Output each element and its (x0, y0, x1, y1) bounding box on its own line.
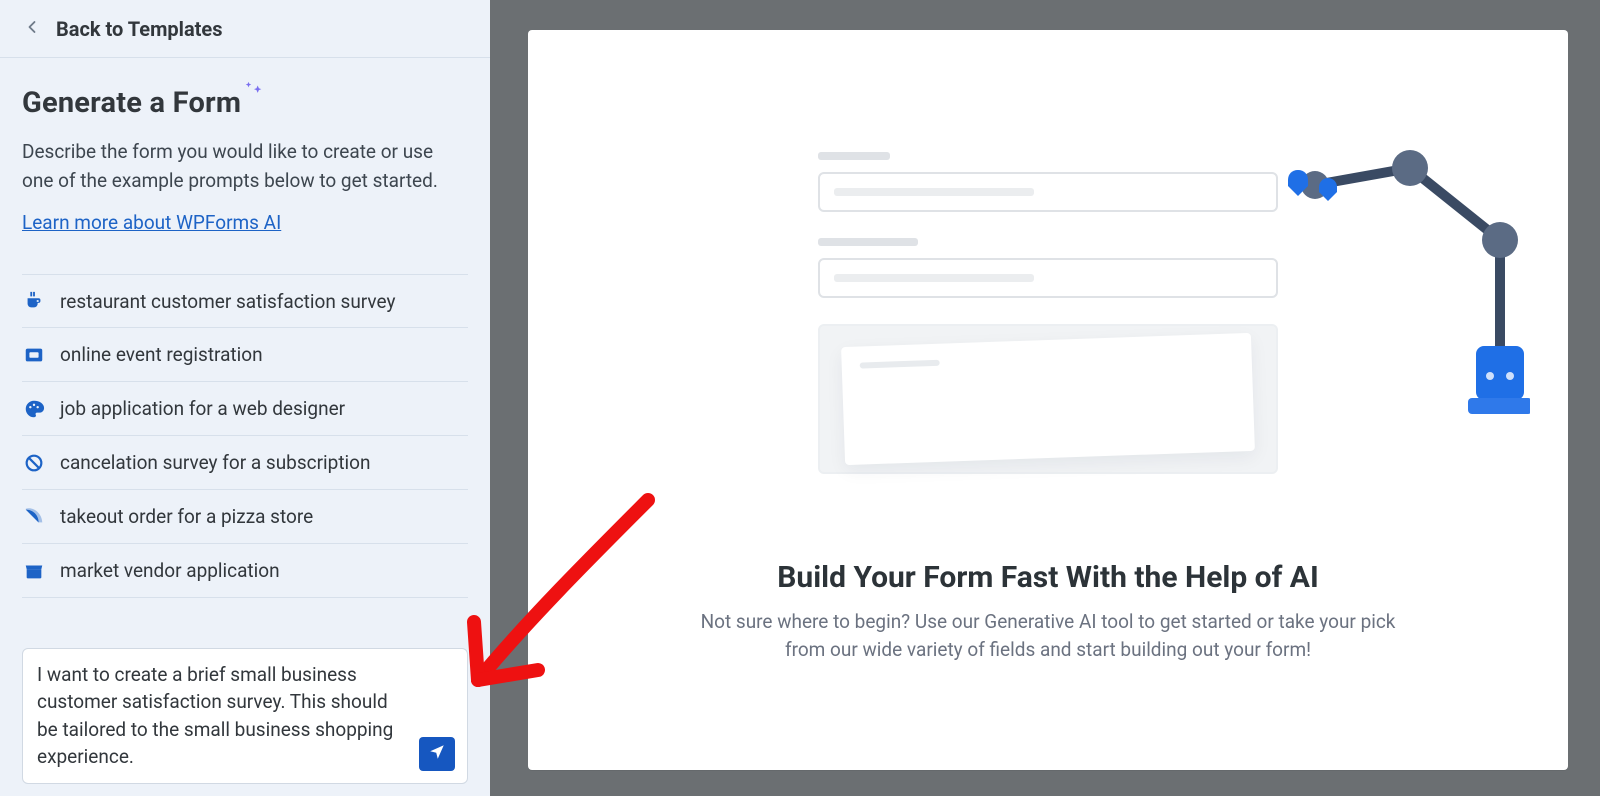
palette-icon (22, 397, 46, 421)
prompt-label: cancelation survey for a subscription (60, 451, 371, 474)
prompt-input-value: I want to create a brief small business … (37, 661, 409, 771)
preview-headline: Build Your Form Fast With the Help of AI (777, 560, 1318, 595)
prompt-label: market vendor application (60, 559, 280, 582)
preview-subtext: Not sure where to begin? Use our Generat… (688, 608, 1408, 663)
cancel-icon (22, 451, 46, 475)
arrow-left-icon (22, 17, 42, 41)
prompt-label: online event registration (60, 343, 263, 366)
prompt-input[interactable]: I want to create a brief small business … (22, 648, 468, 784)
ticket-icon (22, 343, 46, 367)
pizza-icon (22, 505, 46, 529)
prompt-label: takeout order for a pizza store (60, 505, 313, 528)
robot-arm-illustration (1270, 150, 1530, 430)
prompt-item[interactable]: takeout order for a pizza store (22, 490, 468, 544)
back-label: Back to Templates (56, 17, 223, 41)
field-placeholder (818, 258, 1278, 298)
prompt-list: restaurant customer satisfaction survey … (22, 274, 468, 598)
description: Describe the form you would like to crea… (22, 138, 467, 195)
prompt-item[interactable]: market vendor application (22, 544, 468, 598)
prompt-item[interactable]: job application for a web designer (22, 382, 468, 436)
preview-pane: Build Your Form Fast With the Help of AI… (490, 0, 1600, 796)
form-skeleton (818, 152, 1278, 474)
cup-icon (22, 289, 46, 313)
prompt-label: job application for a web designer (60, 397, 345, 420)
store-icon (22, 559, 46, 583)
back-to-templates[interactable]: Back to Templates (0, 0, 490, 58)
sidebar: Back to Templates Generate a Form Descri… (0, 0, 490, 796)
field-placeholder (818, 172, 1278, 212)
prompt-item[interactable]: cancelation survey for a subscription (22, 436, 468, 490)
send-icon (428, 743, 446, 765)
sparkles-icon (243, 80, 265, 106)
prompt-item[interactable]: online event registration (22, 328, 468, 382)
field-drop-area (818, 324, 1278, 474)
prompt-label: restaurant customer satisfaction survey (60, 290, 395, 313)
send-button[interactable] (419, 737, 455, 771)
prompt-item[interactable]: restaurant customer satisfaction survey (22, 274, 468, 328)
preview-canvas: Build Your Form Fast With the Help of AI… (528, 30, 1568, 770)
page-title: Generate a Form (22, 86, 241, 120)
learn-more-link[interactable]: Learn more about WPForms AI (22, 211, 281, 234)
